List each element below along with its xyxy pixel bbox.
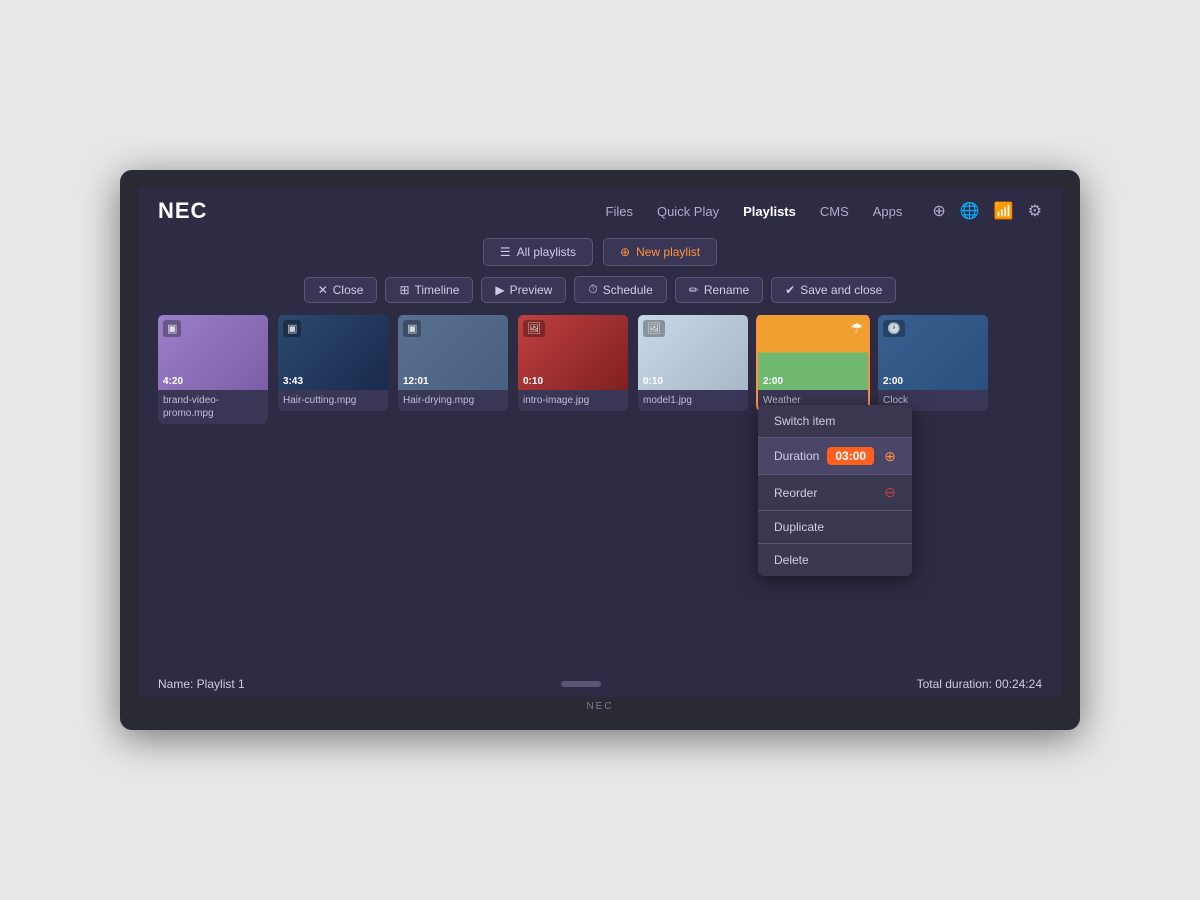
thumb-3: ▣ 12:01: [398, 315, 508, 390]
duration-5: 0:10: [643, 376, 663, 387]
x-icon: ✕: [318, 283, 328, 297]
wifi-icon[interactable]: 📶: [994, 201, 1014, 221]
play-icon: ▶: [495, 283, 504, 297]
ctx-reorder[interactable]: Reorder ⊖: [758, 475, 912, 510]
thumb-clock: 🕐 2:00: [878, 315, 988, 390]
duration-4: 0:10: [523, 376, 543, 387]
check-icon: ✔: [785, 283, 795, 297]
pen-icon: ✏: [689, 283, 699, 297]
media-card-1[interactable]: ▣ 4:20 brand-video-promo.mpg: [158, 315, 268, 424]
header-icons: ⊕ 🌐 📶 ⚙: [932, 201, 1042, 221]
media-card-5[interactable]: 🖼 0:10 model1.jpg: [638, 315, 748, 411]
new-playlist-button[interactable]: ⊕ New playlist: [603, 238, 717, 266]
ctx-switch-item[interactable]: Switch item: [758, 405, 912, 437]
duration-3: 12:01: [403, 376, 429, 387]
video-icon-1: ▣: [163, 320, 181, 337]
image-icon-4: 🖼: [523, 320, 545, 337]
media-card-3[interactable]: ▣ 12:01 Hair-drying.mpg: [398, 315, 508, 411]
ctx-minus-icon[interactable]: ⊖: [884, 484, 896, 501]
media-card-2[interactable]: ▣ 3:43 Hair-cutting.mpg: [278, 315, 388, 411]
preview-button[interactable]: ▶ Preview: [481, 277, 566, 303]
nav-playlists[interactable]: Playlists: [743, 204, 796, 219]
header: NEC Files Quick Play Playlists CMS Apps …: [138, 188, 1062, 234]
label-1: brand-video-promo.mpg: [158, 390, 268, 424]
duration-clock: 2:00: [883, 376, 903, 387]
ctx-duplicate[interactable]: Duplicate: [758, 511, 912, 543]
nav-quickplay[interactable]: Quick Play: [657, 204, 719, 219]
media-grid: ▣ 4:20 brand-video-promo.mpg ▣ 3:43 Hair…: [138, 315, 1062, 669]
thumb-4: 🖼 0:10: [518, 315, 628, 390]
video-icon-2: ▣: [283, 320, 301, 337]
label-2: Hair-cutting.mpg: [278, 390, 388, 411]
nav-cms[interactable]: CMS: [820, 204, 849, 219]
nec-logo: NEC: [158, 198, 207, 224]
ctx-duration[interactable]: Duration 03:00 ⊕: [758, 438, 912, 474]
timeline-icon: ⊞: [399, 283, 409, 297]
image-icon-5: 🖼: [643, 320, 665, 337]
add-icon: ⊕: [620, 245, 630, 259]
gear-icon[interactable]: ⚙: [1028, 201, 1042, 221]
globe-icon[interactable]: 🌐: [960, 201, 980, 221]
clock-thumb-icon: 🕐: [883, 320, 905, 337]
action-bar: ✕ Close ⊞ Timeline ▶ Preview ⏱ Schedule …: [138, 276, 1062, 315]
thumb-1: ▣ 4:20: [158, 315, 268, 390]
context-menu: Switch item Duration 03:00 ⊕ Reorder ⊖: [758, 405, 912, 576]
ctx-plus-icon[interactable]: ⊕: [884, 448, 896, 465]
save-close-button[interactable]: ✔ Save and close: [771, 277, 896, 303]
list-icon: ☰: [500, 245, 511, 259]
nav-files[interactable]: Files: [606, 204, 633, 219]
footer-pill: [561, 681, 601, 687]
all-playlists-button[interactable]: ☰ All playlists: [483, 238, 593, 266]
thumb-5: 🖼 0:10: [638, 315, 748, 390]
total-duration: Total duration: 00:24:24: [917, 677, 1042, 691]
tv-monitor: NEC Files Quick Play Playlists CMS Apps …: [120, 170, 1080, 730]
label-3: Hair-drying.mpg: [398, 390, 508, 411]
timeline-button[interactable]: ⊞ Timeline: [385, 277, 473, 303]
media-card-clock[interactable]: 🕐 2:00 Clock: [878, 315, 988, 411]
media-card-4[interactable]: 🖼 0:10 intro-image.jpg: [518, 315, 628, 411]
duration-weather: 2:00: [763, 376, 783, 387]
footer: Name: Playlist 1 Total duration: 00:24:2…: [138, 669, 1062, 697]
playlist-name: Name: Playlist 1: [158, 677, 245, 691]
ctx-delete[interactable]: Delete: [758, 544, 912, 576]
tv-screen: NEC Files Quick Play Playlists CMS Apps …: [138, 188, 1062, 697]
duration-2: 3:43: [283, 376, 303, 387]
thumb-2: ▣ 3:43: [278, 315, 388, 390]
media-card-weather[interactable]: ☂ 2:00 Weather Switch item Duration 03:0…: [758, 315, 868, 411]
plus-icon[interactable]: ⊕: [932, 201, 945, 221]
footer-center: [245, 681, 917, 687]
playlist-controls: ☰ All playlists ⊕ New playlist: [138, 234, 1062, 276]
nav-bar: Files Quick Play Playlists CMS Apps: [606, 204, 903, 219]
thumb-weather: ☂ 2:00: [758, 315, 868, 390]
label-5: model1.jpg: [638, 390, 748, 411]
rename-button[interactable]: ✏ Rename: [675, 277, 763, 303]
close-button[interactable]: ✕ Close: [304, 277, 378, 303]
duration-1: 4:20: [163, 376, 183, 387]
label-4: intro-image.jpg: [518, 390, 628, 411]
clock-icon: ⏱: [588, 282, 597, 297]
nav-apps[interactable]: Apps: [873, 204, 903, 219]
ctx-duration-value: 03:00: [827, 447, 874, 465]
schedule-button[interactable]: ⏱ Schedule: [574, 276, 666, 303]
tv-brand-bottom: NEC: [138, 697, 1062, 712]
video-icon-3: ▣: [403, 320, 421, 337]
weather-icon: ☂: [850, 320, 863, 337]
